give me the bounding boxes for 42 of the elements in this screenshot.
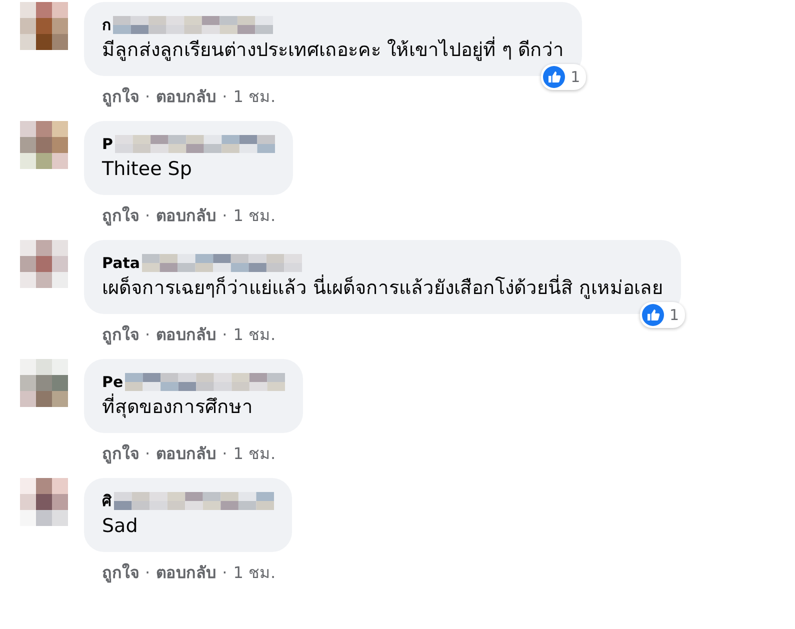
- comment-text: ที่สุดของการศึกษา: [102, 393, 286, 421]
- author-link[interactable]: ก: [102, 13, 111, 37]
- author-link[interactable]: P: [102, 135, 113, 153]
- separator-dot: ·: [145, 444, 150, 463]
- reply-link[interactable]: ตอบกลับ: [156, 441, 216, 466]
- reply-link[interactable]: ตอบกลับ: [156, 203, 216, 228]
- separator-dot: ·: [145, 325, 150, 344]
- timestamp: 1 ชม.: [233, 205, 276, 227]
- timestamp: 1 ชม.: [233, 86, 276, 108]
- avatar: [20, 359, 68, 407]
- comment-text: Thitee Sp: [102, 157, 193, 182]
- like-link[interactable]: ถูกใจ: [102, 203, 139, 228]
- avatar: [20, 478, 68, 526]
- like-link[interactable]: ถูกใจ: [102, 441, 139, 466]
- avatar: [20, 121, 68, 169]
- like-link[interactable]: ถูกใจ: [102, 322, 139, 347]
- separator-dot: ·: [222, 563, 228, 582]
- separator-dot: ·: [145, 87, 150, 106]
- comment-text: เผด็จการเฉยๆก็ว่าแย่แล้ว นี่เผด็จการแล้วยังเสือกโง่ด้วยนี่สิ กูเหม่อเลย: [102, 274, 664, 302]
- separator-dot: ·: [145, 563, 150, 582]
- reaction-number: 1: [570, 68, 580, 86]
- separator-dot: ·: [222, 206, 228, 225]
- avatar: [20, 240, 68, 288]
- comment-text: มีลูกส่งลูกเรียนต่างประเทศเถอะคะ ให้เขาไปอยู่ที่ ๆ ดีกว่า: [102, 36, 564, 64]
- timestamp: 1 ชม.: [233, 443, 276, 465]
- author-link[interactable]: ศิ: [102, 489, 112, 513]
- separator-dot: ·: [222, 325, 228, 344]
- separator-dot: ·: [145, 206, 150, 225]
- avatar: [20, 2, 68, 50]
- reaction-number: 1: [670, 306, 680, 324]
- author-link[interactable]: Pe: [102, 373, 124, 391]
- like-link[interactable]: ถูกใจ: [102, 84, 139, 109]
- separator-dot: ·: [222, 444, 228, 463]
- reply-link[interactable]: ตอบกลับ: [156, 322, 216, 347]
- author-link[interactable]: Pata: [102, 254, 140, 272]
- timestamp: 1 ชม.: [233, 562, 276, 584]
- like-link[interactable]: ถูกใจ: [102, 560, 139, 585]
- reply-link[interactable]: ตอบกลับ: [156, 84, 216, 109]
- separator-dot: ·: [222, 87, 228, 106]
- timestamp: 1 ชม.: [233, 324, 276, 346]
- reply-link[interactable]: ตอบกลับ: [156, 560, 216, 585]
- comment-text: Sad: [102, 514, 139, 539]
